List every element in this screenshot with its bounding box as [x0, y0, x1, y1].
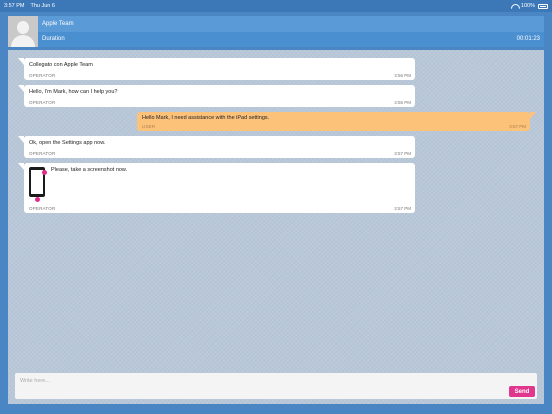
- message-operator-screenshot-request: Please, take a screenshot now. OPERATOR …: [18, 163, 415, 213]
- message-text: Ok, open the Settings app now.: [29, 140, 106, 146]
- status-time: 3:57 PM: [4, 3, 25, 9]
- message-role: OPERATOR: [29, 206, 56, 211]
- message-input[interactable]: [15, 373, 495, 399]
- message-operator: Collegato con Apple Team OPERATOR 3:56 P…: [18, 58, 415, 80]
- send-button[interactable]: Send: [509, 386, 535, 397]
- contact-name: Apple Team: [38, 16, 544, 32]
- person-avatar-icon: [8, 16, 38, 47]
- chat-panel[interactable]: Collegato con Apple Team OPERATOR 3:56 P…: [8, 50, 544, 404]
- battery-icon: [538, 3, 548, 9]
- message-text: Please, take a screenshot now.: [51, 167, 128, 173]
- message-time: 3:56 PM: [394, 100, 411, 105]
- chat-header: Apple Team Duration 00:01:23: [8, 16, 544, 47]
- message-time: 3:57 PM: [394, 206, 411, 211]
- ipad-screenshot-icon: [29, 167, 47, 202]
- message-operator: Ok, open the Settings app now. OPERATOR …: [18, 136, 415, 158]
- message-role: USER: [142, 124, 156, 129]
- status-right: 100%: [511, 3, 548, 9]
- message-time: 3:57 PM: [509, 124, 526, 129]
- message-operator: Hello, I'm Mark, how can I help you? OPE…: [18, 85, 415, 107]
- message-role: OPERATOR: [29, 100, 56, 105]
- composer-bar: Send: [15, 373, 537, 399]
- duration-row: Duration 00:01:23: [38, 32, 544, 47]
- status-date: Thu Jun 6: [30, 3, 55, 9]
- battery-percent: 100%: [520, 3, 535, 9]
- message-text: Hello, I'm Mark, how can I help you?: [29, 89, 118, 95]
- message-time: 3:56 PM: [394, 73, 411, 78]
- message-role: OPERATOR: [29, 151, 56, 156]
- duration-label: Duration: [42, 36, 65, 42]
- duration-value: 00:01:23: [516, 36, 540, 42]
- message-time: 3:57 PM: [394, 151, 411, 156]
- status-bar: 3:57 PM Thu Jun 6 100%: [0, 0, 552, 12]
- message-text: Collegato con Apple Team: [29, 62, 93, 68]
- wifi-icon: [511, 4, 518, 9]
- message-text: Hello Mark, I need assistance with the i…: [142, 115, 270, 121]
- message-role: OPERATOR: [29, 73, 56, 78]
- message-user: Hello Mark, I need assistance with the i…: [137, 112, 536, 131]
